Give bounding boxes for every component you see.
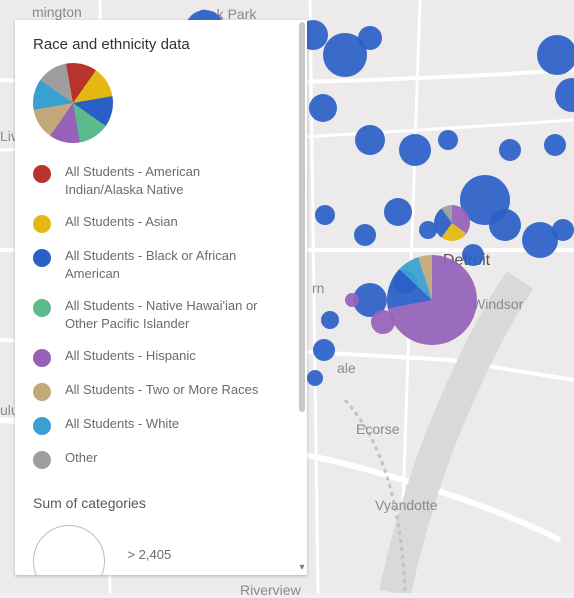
legend-item: All Students - Two or More Races [33,381,281,401]
legend-item: All Students - Hispanic [33,347,281,367]
legend-item-label: All Students - Asian [65,213,178,231]
legend-swatch [33,417,51,435]
map-data-point[interactable] [355,125,385,155]
legend-items: All Students - American Indian/Alaska Na… [33,163,281,469]
legend-swatch [33,299,51,317]
legend-swatch [33,383,51,401]
legend-swatch [33,451,51,469]
map-data-point[interactable] [358,26,382,50]
map-data-point[interactable] [315,205,335,225]
legend-item: All Students - White [33,415,281,435]
legend-swatch [33,215,51,233]
legend-scrollbar[interactable]: ▾ [299,22,305,573]
legend-item-label: All Students - Black or African American [65,247,281,283]
legend-swatch [33,249,51,267]
legend-size-circle [33,525,105,575]
map-data-point[interactable] [309,94,337,122]
legend-pie-icon [33,63,113,143]
map-data-pie[interactable] [387,255,477,345]
legend-item-label: All Students - Hispanic [65,347,196,365]
legend-item-label: All Students - Native Hawai'ian or Other… [65,297,281,333]
legend-swatch [33,349,51,367]
map-data-point[interactable] [462,244,484,266]
map-data-point[interactable] [499,139,521,161]
map-data-point[interactable] [313,339,335,361]
map-data-point[interactable] [537,35,574,75]
legend-scroll-area[interactable]: Race and ethnicity data All Students - A… [15,20,299,575]
map-data-point[interactable] [438,130,458,150]
legend-item: All Students - Asian [33,213,281,233]
map-data-pie[interactable] [434,205,470,241]
map-data-point[interactable] [384,198,412,226]
map-data-point[interactable] [345,293,359,307]
legend-item: All Students - Black or African American [33,247,281,283]
legend-item-label: All Students - American Indian/Alaska Na… [65,163,281,199]
map-data-point[interactable] [307,370,323,386]
legend-item: Other [33,449,281,469]
legend-item: All Students - American Indian/Alaska Na… [33,163,281,199]
chevron-down-icon[interactable]: ▾ [299,563,305,573]
map-data-point[interactable] [354,224,376,246]
map-data-point[interactable] [321,311,339,329]
map-data-point[interactable] [489,209,521,241]
legend-item-label: All Students - Two or More Races [65,381,258,399]
legend-panel: Race and ethnicity data All Students - A… [15,20,307,575]
legend-item-label: All Students - White [65,415,179,433]
legend-swatch [33,165,51,183]
map-data-point[interactable] [399,134,431,166]
legend-item-label: Other [65,449,98,467]
legend-size-title: Sum of categories [33,495,281,511]
legend-title: Race and ethnicity data [33,36,281,53]
map-data-point[interactable] [544,134,566,156]
map-data-point[interactable] [552,219,574,241]
legend-scrollbar-thumb[interactable] [299,22,305,412]
legend-item: All Students - Native Hawai'ian or Other… [33,297,281,333]
legend-size-label: > 2,405 [127,547,171,562]
